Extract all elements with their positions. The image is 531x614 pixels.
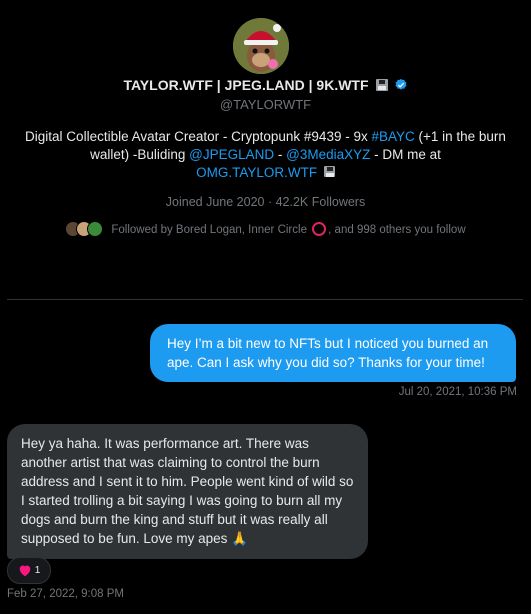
heart-icon bbox=[19, 565, 30, 577]
profile-avatar[interactable] bbox=[233, 18, 289, 74]
joined-date: Joined June 2020 bbox=[165, 195, 265, 209]
message-incoming-time: Feb 27, 2022, 9:08 PM bbox=[7, 588, 124, 600]
floppy-disk-icon bbox=[375, 79, 388, 91]
reaction-count: 1 bbox=[34, 565, 41, 576]
followed-by-row[interactable]: Followed by Bored Logan, Inner Circle , … bbox=[0, 221, 531, 237]
profile-bio: Digital Collectible Avatar Creator - Cry… bbox=[20, 128, 511, 182]
message-incoming[interactable]: Hey ya haha. It was performance art. The… bbox=[7, 424, 368, 559]
followed-by-end: , and 998 others you follow bbox=[328, 224, 466, 236]
bio-text: - bbox=[274, 147, 287, 162]
bio-link-3media[interactable]: @3MediaXYZ bbox=[286, 147, 370, 162]
profile-handle[interactable]: @TAYLORWTF bbox=[0, 97, 531, 112]
bio-text: - DM me at bbox=[370, 147, 441, 162]
verified-badge-icon bbox=[394, 78, 407, 90]
bio-text: Digital Collectible Avatar Creator - Cry… bbox=[25, 129, 372, 144]
followers-count[interactable]: 42.2K Followers bbox=[276, 195, 366, 209]
follower-avatars bbox=[65, 221, 104, 237]
bio-link-jpegland[interactable]: @JPEGLAND bbox=[189, 147, 274, 162]
reaction-badge[interactable]: 1 bbox=[7, 557, 51, 584]
bio-link-omg[interactable]: OMG.TAYLOR.WTF bbox=[196, 165, 317, 180]
followed-by-text: Followed by Bored Logan, Inner Circle , … bbox=[111, 222, 466, 236]
message-outgoing[interactable]: Hey I’m a bit new to NFTs but I noticed … bbox=[150, 324, 516, 382]
meta-separator: · bbox=[264, 195, 276, 209]
red-circle-icon bbox=[312, 222, 327, 236]
profile-name: TAYLOR.WTF | JPEG.LAND | 9K.WTF bbox=[123, 77, 369, 93]
bio-link-bayc[interactable]: #BAYC bbox=[371, 129, 414, 144]
message-outgoing-time: Jul 20, 2021, 10:36 PM bbox=[398, 386, 517, 398]
follower-avatar bbox=[87, 221, 104, 237]
floppy-disk-icon bbox=[323, 166, 335, 177]
profile-meta: Joined June 2020 · 42.2K Followers bbox=[0, 195, 531, 209]
profile-name-row: TAYLOR.WTF | JPEG.LAND | 9K.WTF bbox=[0, 77, 531, 93]
divider bbox=[7, 299, 523, 300]
followed-by-start: Followed by Bored Logan, Inner Circle bbox=[111, 224, 311, 236]
